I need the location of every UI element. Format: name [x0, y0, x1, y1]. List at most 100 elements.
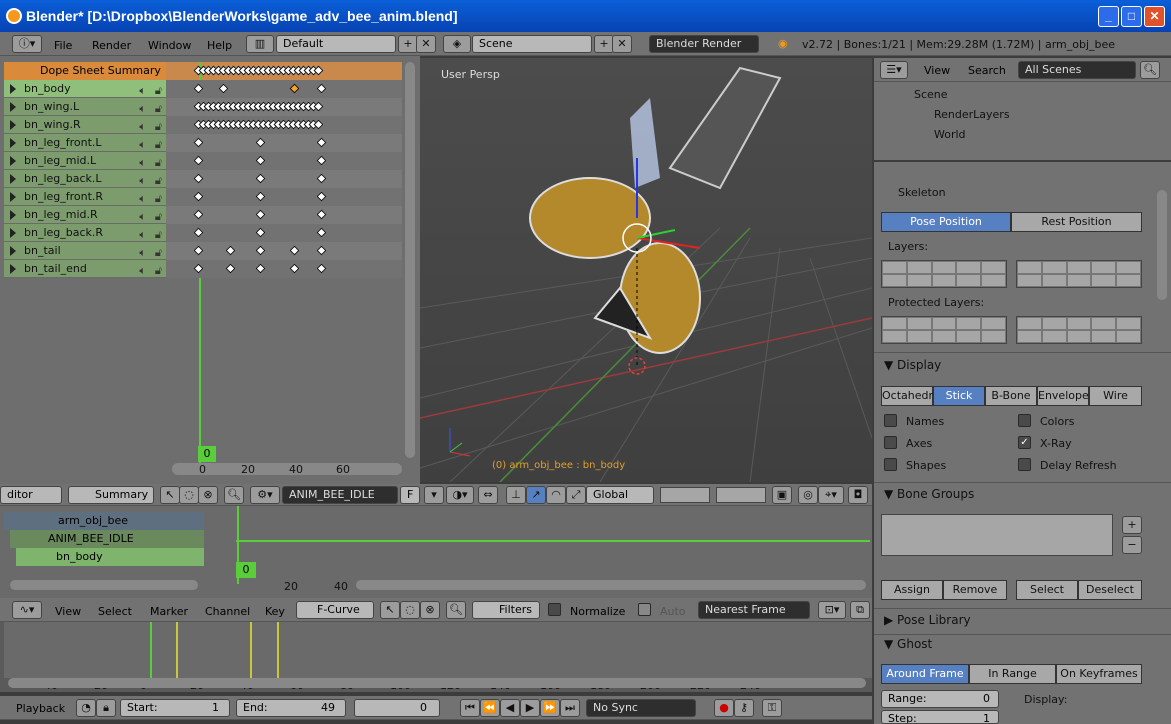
channel-row[interactable]: bn_body 🔈︎ 🔓︎ [4, 80, 166, 98]
expand-triangle-icon[interactable] [10, 228, 16, 238]
ghost-range-field[interactable]: Range: 0 [881, 690, 999, 708]
current-frame-indicator[interactable]: 0 [198, 446, 216, 462]
speaker-icon[interactable]: 🔈︎ [139, 226, 146, 243]
end-frame-field[interactable]: End: 49 [236, 699, 346, 717]
dopesheet-vscrollbar[interactable] [405, 62, 415, 458]
lock-icon[interactable]: 🔓︎ [155, 190, 162, 207]
layers-grid-a[interactable] [881, 260, 1007, 288]
ghost-on-keyframes[interactable]: On Keyframes [1056, 664, 1142, 684]
skeleton-header[interactable]: Skeleton [898, 186, 946, 199]
keying-icon[interactable]: ⚷ [734, 699, 754, 717]
graph-ghost-icon[interactable]: ◌ [400, 601, 420, 619]
play-reverse-icon[interactable]: ◀ [500, 699, 520, 717]
timeline-scrollbar[interactable] [8, 678, 866, 688]
search-icon[interactable]: 🔍︎ [224, 486, 244, 504]
select-button[interactable]: Select [1016, 580, 1078, 600]
lock-icon[interactable]: 🔓︎ [155, 82, 162, 99]
expand-triangle-icon[interactable] [10, 138, 16, 148]
jump-end-icon[interactable]: ⏭ [560, 699, 580, 717]
summary-toggle[interactable]: Summary [68, 486, 154, 504]
expand-triangle-icon[interactable] [10, 102, 16, 112]
expand-triangle-icon[interactable] [10, 174, 16, 184]
lock-icon[interactable]: 🔓︎ [155, 172, 162, 189]
lock-icon[interactable]: 🔓︎ [155, 154, 162, 171]
channel-row[interactable]: bn_leg_back.R 🔈︎ 🔓︎ [4, 224, 166, 242]
prev-keyframe-icon[interactable]: ⏪ [480, 699, 500, 717]
playback-toggle-icon[interactable]: ◔ [76, 699, 96, 717]
xray-checkbox[interactable]: ✓ [1018, 436, 1031, 449]
nla-current-frame[interactable]: 0 [236, 562, 256, 578]
minimize-button[interactable]: _ [1098, 6, 1119, 27]
menu-help[interactable]: Help [207, 39, 232, 52]
layer-buttons-a[interactable] [660, 487, 710, 503]
graph-mode-selector[interactable]: F-Curve [296, 601, 374, 619]
outliner-world[interactable]: World [934, 128, 966, 141]
record-icon[interactable]: ● [714, 699, 734, 717]
add-scene-button[interactable]: + [594, 35, 614, 53]
jump-start-icon[interactable]: ⏮ [460, 699, 480, 717]
display-wire[interactable]: Wire [1089, 386, 1142, 406]
outliner-menu-view[interactable]: View [924, 64, 950, 77]
dopesheet-summary-row[interactable]: Dope Sheet Summary [4, 62, 166, 80]
speaker-icon[interactable]: 🔈︎ [139, 208, 146, 225]
expand-triangle-icon[interactable] [10, 120, 16, 130]
rotate-icon[interactable]: ◠ [546, 486, 566, 504]
pose-position-button[interactable]: Pose Position [881, 212, 1011, 232]
ghost-in-range[interactable]: In Range [969, 664, 1056, 684]
channel-row[interactable]: bn_wing.L 🔈︎ 🔓︎ [4, 98, 166, 116]
pose-library-panel-header[interactable]: ▶ Pose Library [884, 613, 971, 627]
remove-scene-button[interactable]: ✕ [612, 35, 632, 53]
expand-triangle-icon[interactable] [10, 210, 16, 220]
shading-icon[interactable]: ◑▾ [446, 486, 474, 504]
menu-window[interactable]: Window [148, 39, 191, 52]
ghost-panel-header[interactable]: ▼ Ghost [884, 637, 932, 651]
lock-icon[interactable]: 🔓︎ [155, 100, 162, 117]
filters-button[interactable]: Filters [472, 601, 540, 619]
select-only-icon[interactable]: ↖ [160, 486, 180, 504]
nla-track-action[interactable]: ANIM_BEE_IDLE [10, 530, 204, 548]
delay-refresh-checkbox[interactable] [1018, 458, 1031, 471]
graph-error-icon[interactable]: ⊗ [420, 601, 440, 619]
nla-timeline-scrollbar[interactable] [356, 580, 866, 590]
speaker-icon[interactable]: 🔈︎ [139, 136, 146, 153]
rest-position-button[interactable]: Rest Position [1011, 212, 1142, 232]
channel-row[interactable]: bn_tail_end 🔈︎ 🔓︎ [4, 260, 166, 278]
snap-icon[interactable]: ⌖▾ [818, 486, 844, 504]
pivot-icon[interactable]: ⇔ [478, 486, 498, 504]
display-envelope[interactable]: Envelope [1037, 386, 1089, 406]
remove-bone-group-button[interactable]: − [1122, 536, 1142, 554]
expand-triangle-icon[interactable] [10, 246, 16, 256]
outliner-renderlayers[interactable]: RenderLayers [934, 108, 1010, 121]
scene-selector[interactable]: Scene [472, 35, 592, 53]
play-icon[interactable]: ▶ [520, 699, 540, 717]
ghost-around-frame[interactable]: Around Frame [881, 664, 969, 684]
lock-icon[interactable]: 🔒︎ [96, 699, 116, 717]
keying-set-icon[interactable]: ⚿ [762, 699, 782, 717]
remove-layout-button[interactable]: ✕ [416, 35, 436, 53]
add-bone-group-button[interactable]: + [1122, 516, 1142, 534]
nla-hscrollbar[interactable] [10, 580, 198, 590]
bone-groups-list[interactable] [881, 514, 1113, 556]
speaker-icon[interactable]: 🔈︎ [139, 262, 146, 279]
speaker-icon[interactable]: 🔈︎ [139, 190, 146, 207]
expand-triangle-icon[interactable] [10, 156, 16, 166]
mode-icon[interactable]: ▾ [424, 486, 444, 504]
graph-select-only-icon[interactable]: ↖ [380, 601, 400, 619]
names-checkbox[interactable] [884, 414, 897, 427]
auto-checkbox[interactable] [638, 603, 651, 616]
snap-selector[interactable]: Nearest Frame [698, 601, 810, 619]
add-layout-button[interactable]: + [398, 35, 418, 53]
menu-render[interactable]: Render [92, 39, 131, 52]
scene-icon[interactable]: ◈ [443, 35, 471, 53]
outliner-menu-search[interactable]: Search [968, 64, 1006, 77]
graph-pivot-icon[interactable]: ⊡▾ [818, 601, 846, 619]
proportional-edit-icon[interactable]: ◎ [798, 486, 818, 504]
graph-menu-view[interactable]: View [55, 605, 81, 618]
display-bbone[interactable]: B-Bone [985, 386, 1037, 406]
manipulator-icon[interactable]: ⊥ [506, 486, 526, 504]
start-frame-field[interactable]: Start: 1 [120, 699, 230, 717]
deselect-button[interactable]: Deselect [1078, 580, 1142, 600]
error-filter-icon[interactable]: ⊗ [198, 486, 218, 504]
layout-selector[interactable]: Default [276, 35, 396, 53]
assign-button[interactable]: Assign [881, 580, 943, 600]
